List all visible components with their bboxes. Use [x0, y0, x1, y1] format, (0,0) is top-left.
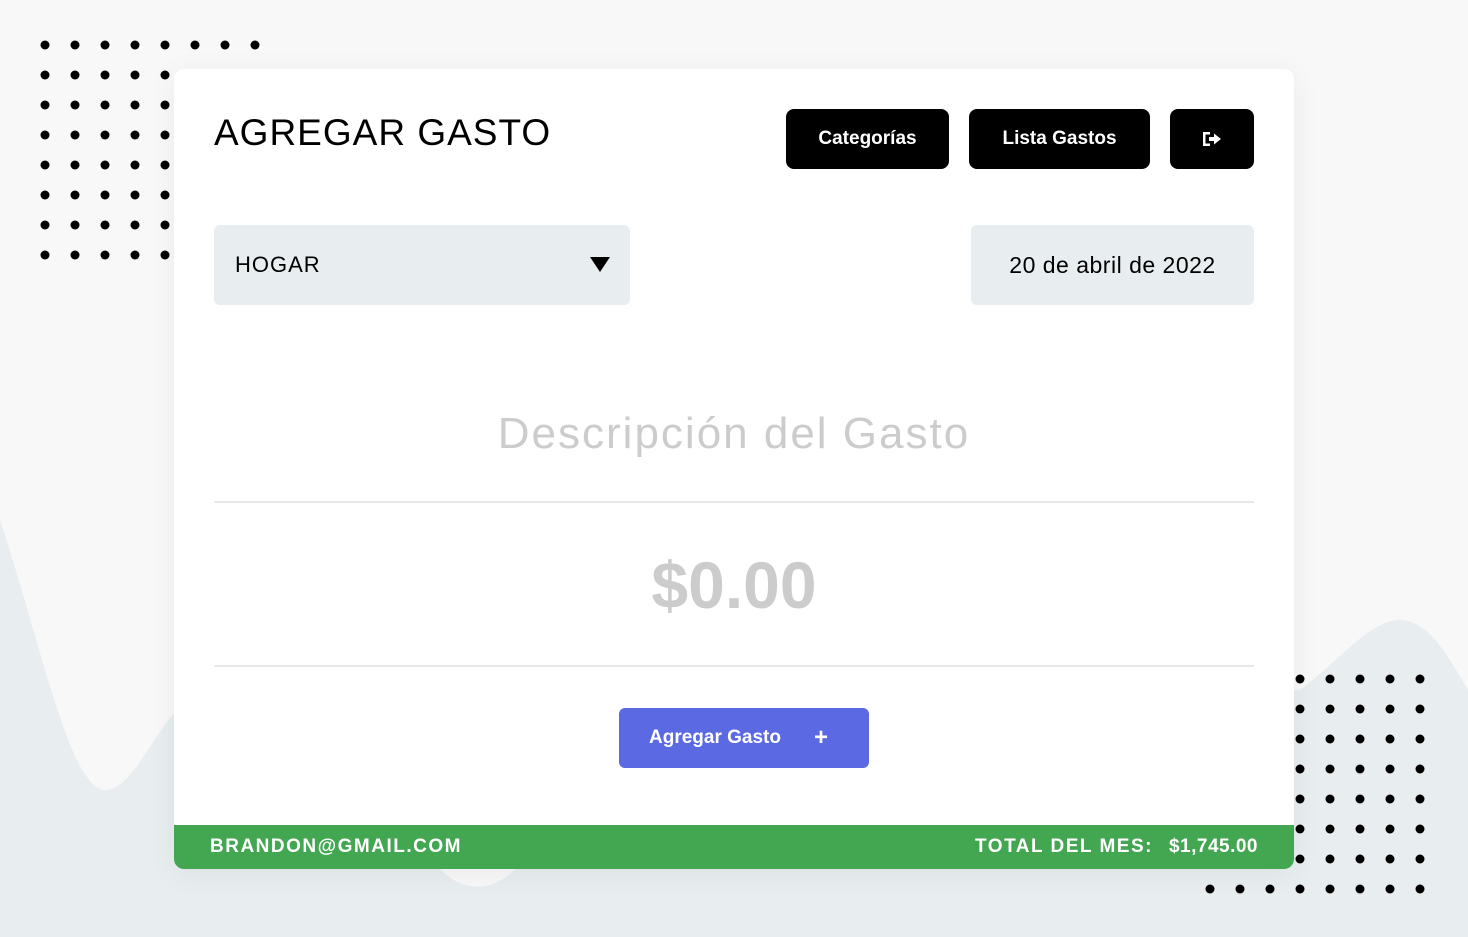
add-expense-button[interactable]: Agregar Gasto +: [619, 708, 869, 768]
date-picker-value: 20 de abril de 2022: [1009, 251, 1216, 278]
monthly-total-label: TOTAL DEL MES:: [975, 836, 1153, 857]
amount-input[interactable]: [214, 545, 1254, 625]
footer-bar: BRANDON@GMAIL.COM TOTAL DEL MES: $1,745.…: [174, 825, 1294, 869]
logout-icon: [1203, 132, 1221, 146]
add-expense-button-label: Agregar Gasto: [649, 727, 781, 748]
plus-icon: +: [813, 724, 828, 751]
date-picker[interactable]: 20 de abril de 2022: [971, 225, 1254, 305]
expense-list-button[interactable]: Lista Gastos: [969, 109, 1150, 169]
categories-button[interactable]: Categorías: [786, 109, 949, 169]
monthly-total-value: $1,745.00: [1168, 836, 1258, 857]
logout-button[interactable]: [1170, 109, 1254, 169]
page-title: AGREGAR GASTO: [214, 112, 552, 153]
chevron-down-icon: [590, 257, 610, 272]
category-select-value: HOGAR: [235, 252, 321, 277]
description-input[interactable]: [214, 399, 1254, 469]
expense-card: AGREGAR GASTO Categorías Lista Gastos HO…: [174, 69, 1294, 869]
amount-divider: [214, 665, 1254, 667]
app-stage: AGREGAR GASTO Categorías Lista Gastos HO…: [0, 0, 1468, 937]
description-divider: [214, 501, 1254, 503]
user-email: BRANDON@GMAIL.COM: [210, 836, 462, 857]
category-select[interactable]: HOGAR: [214, 225, 630, 305]
monthly-total: TOTAL DEL MES: $1,745.00: [975, 836, 1258, 858]
